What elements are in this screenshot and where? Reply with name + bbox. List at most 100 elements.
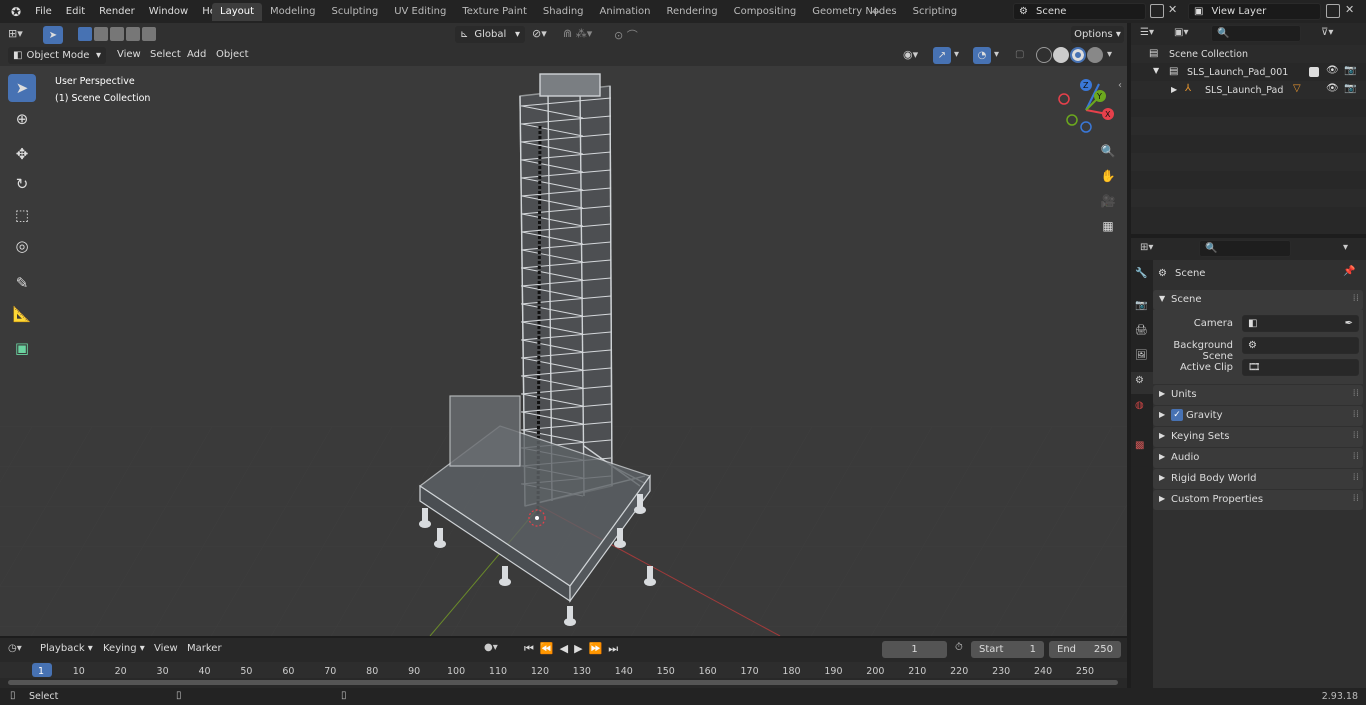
next-keyframe-icon[interactable]: ⏩ (589, 642, 603, 656)
filter-icon[interactable]: ⊽▾ (1321, 27, 1333, 38)
tab-scripting[interactable]: Scripting (905, 3, 965, 21)
tab-shading[interactable]: Shading (535, 3, 592, 21)
new-scene-icon[interactable] (1150, 4, 1164, 18)
visibility-icon[interactable]: ◉▾ (903, 48, 918, 61)
sidebar-toggle-icon[interactable]: ‹ (1118, 80, 1122, 91)
mode-dropdown[interactable]: ◧ Object Mode ▾ (8, 47, 106, 64)
annotate-tool-icon[interactable]: ✎ (8, 269, 36, 297)
record-keyframe-icon[interactable]: ●▾ (484, 642, 498, 653)
output-tab-icon[interactable]: 🖨 (1135, 325, 1148, 336)
exclude-checkbox[interactable] (1309, 67, 1319, 77)
scene-panel-header[interactable]: ▼ Scene ⁞⁞ (1153, 290, 1363, 310)
texture-tab-icon[interactable]: ▩ (1135, 440, 1144, 451)
camera-icon[interactable]: 📷 (1344, 83, 1356, 94)
eye-icon[interactable]: 👁 (1326, 83, 1339, 94)
proportional-edit-icon[interactable]: ⊙ ⌒ (614, 27, 638, 43)
keying-sets-panel-header[interactable]: ▶ Keying Sets ⁞⁞ (1153, 427, 1363, 447)
properties-options-icon[interactable]: ▾ (1343, 242, 1348, 253)
prev-keyframe-icon[interactable]: ⏪ (540, 642, 554, 656)
outliner-editor-type-icon[interactable]: ☰▾ (1140, 27, 1154, 38)
timeline-editor-type-icon[interactable]: ◷▾ (8, 643, 22, 654)
gizmo-toggle-icon[interactable]: ↗ (933, 47, 951, 64)
marker-menu[interactable]: Marker (187, 643, 222, 654)
world-tab-icon[interactable]: ◍ (1135, 400, 1144, 411)
zoom-icon[interactable]: 🔍 (1097, 140, 1119, 162)
camera-icon[interactable]: 📷 (1344, 65, 1356, 76)
snap-icon[interactable]: ⋒ ⁂▾ (563, 27, 592, 40)
stopwatch-icon[interactable]: ⏱ (955, 642, 963, 653)
shading-modes[interactable] (1036, 47, 1103, 63)
properties-search-input[interactable]: 🔍 (1199, 240, 1291, 257)
options-button[interactable]: Options ▾ (1071, 26, 1124, 43)
menu-window[interactable]: Window (142, 6, 195, 17)
active-clip-field[interactable]: 🎞 (1242, 359, 1359, 376)
select-tool-button[interactable]: ➤ (43, 26, 63, 44)
tool-tab-icon[interactable]: 🔧 (1135, 268, 1147, 279)
eye-icon[interactable]: 👁 (1326, 65, 1339, 76)
transform-tool-icon[interactable]: ◎ (8, 232, 36, 260)
outliner-search-input[interactable]: 🔍 (1211, 25, 1301, 42)
tab-rendering[interactable]: Rendering (659, 3, 726, 21)
menu-file[interactable]: File (28, 6, 59, 17)
properties-editor-type-icon[interactable]: ⊞▾ (1140, 242, 1153, 253)
menu-select[interactable]: Select (150, 49, 181, 60)
end-frame-field[interactable]: End 250 (1049, 641, 1121, 658)
timeline-view-menu[interactable]: View (154, 643, 178, 654)
xray-icon[interactable]: ▢ (1015, 49, 1024, 60)
custom-properties-panel-header[interactable]: ▶ Custom Properties ⁞⁞ (1153, 490, 1363, 510)
outliner-display-mode-icon[interactable]: ▣▾ (1174, 27, 1188, 38)
drag-handle-icon[interactable]: ⁞⁞ (1353, 472, 1359, 483)
keying-menu[interactable]: Keying ▾ (103, 643, 145, 654)
drag-handle-icon[interactable]: ⁞⁞ (1353, 451, 1359, 462)
menu-object[interactable]: Object (216, 49, 249, 60)
3d-viewport[interactable]: User Perspective (1) Scene Collection ➤ … (0, 66, 1127, 636)
eyedropper-icon[interactable]: ✒ (1345, 318, 1353, 329)
gravity-checkbox[interactable]: ✓ (1171, 409, 1183, 421)
outliner-row[interactable]: ▼ ▤ SLS_Launch_Pad_001 👁 📷 (1131, 63, 1366, 81)
jump-start-icon[interactable]: ⏮ (524, 642, 534, 656)
pin-icon[interactable]: 📌 (1343, 266, 1355, 277)
select-mode-icons[interactable] (78, 27, 156, 41)
jump-end-icon[interactable]: ⏭ (608, 642, 618, 656)
view-layer-selector[interactable]: ▣ View Layer (1188, 3, 1321, 20)
select-box-tool-icon[interactable]: ➤ (8, 74, 36, 102)
cursor-tool-icon[interactable]: ⊕ (8, 105, 36, 133)
tab-geometry-nodes[interactable]: Geometry Nodes (804, 3, 904, 21)
overlay-dropdown-icon[interactable]: ▾ (994, 49, 999, 60)
drag-handle-icon[interactable]: ⁞⁞ (1353, 409, 1359, 420)
menu-add[interactable]: Add (187, 49, 206, 60)
scene-tab-icon[interactable]: ⚙ (1131, 372, 1153, 394)
play-icon[interactable]: ▶ (574, 642, 582, 656)
menu-render[interactable]: Render (92, 6, 142, 17)
gravity-panel-header[interactable]: ▶ ✓ Gravity ⁞⁞ (1153, 406, 1363, 426)
rotate-tool-icon[interactable]: ↻ (8, 170, 36, 198)
audio-panel-header[interactable]: ▶ Audio ⁞⁞ (1153, 448, 1363, 468)
play-reverse-icon[interactable]: ◀ (560, 642, 568, 656)
tab-texture-paint[interactable]: Texture Paint (454, 3, 535, 21)
units-panel-header[interactable]: ▶ Units ⁞⁞ (1153, 385, 1363, 405)
expand-arrow-icon[interactable]: ▼ (1153, 66, 1159, 75)
drag-handle-icon[interactable]: ⁞⁞ (1353, 388, 1359, 399)
tab-modeling[interactable]: Modeling (262, 3, 324, 21)
expand-arrow-icon[interactable]: ▶ (1171, 85, 1177, 94)
overlay-toggle-icon[interactable]: ◔ (973, 47, 991, 64)
outliner-row[interactable]: ▤ Scene Collection (1131, 45, 1366, 63)
current-frame-field[interactable]: 1 (882, 641, 947, 658)
timeline-scrollbar[interactable] (8, 680, 1118, 685)
drag-handle-icon[interactable]: ⁞⁞ (1353, 293, 1359, 304)
blender-logo-icon[interactable]: ✪ (4, 5, 28, 19)
pan-hand-icon[interactable]: ✋ (1097, 165, 1119, 187)
playback-controls[interactable]: ⏮ ⏪ ◀ ▶ ⏩ ⏭ (524, 642, 618, 656)
gizmo-dropdown-icon[interactable]: ▾ (954, 49, 959, 60)
scale-tool-icon[interactable]: ⬚ (8, 201, 36, 229)
new-view-layer-icon[interactable] (1326, 4, 1340, 18)
pivot-icon[interactable]: ⊘▾ (532, 27, 547, 40)
perspective-grid-icon[interactable]: ▦ (1097, 215, 1119, 237)
tab-compositing[interactable]: Compositing (726, 3, 805, 21)
start-frame-field[interactable]: Start 1 (971, 641, 1044, 658)
drag-handle-icon[interactable]: ⁞⁞ (1353, 493, 1359, 504)
move-tool-icon[interactable]: ✥ (8, 140, 36, 168)
drag-handle-icon[interactable]: ⁞⁞ (1353, 430, 1359, 441)
playback-menu[interactable]: Playback ▾ (40, 643, 93, 654)
tab-layout[interactable]: Layout (212, 3, 262, 21)
